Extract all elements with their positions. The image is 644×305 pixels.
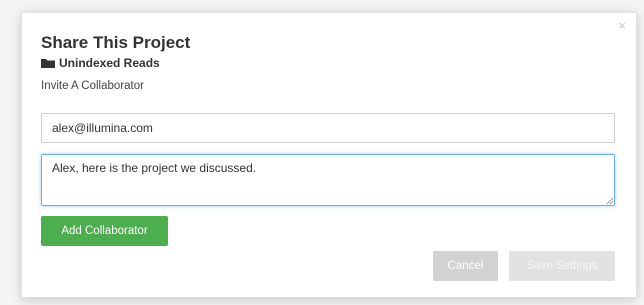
share-project-dialog: × Share This Project Unindexed Reads Inv… [21, 12, 637, 298]
invite-label: Invite A Collaborator [41, 80, 144, 92]
close-icon[interactable]: × [618, 19, 626, 32]
resize-grip-icon[interactable] [606, 197, 613, 204]
message-textarea[interactable]: Alex, here is the project we discussed. [41, 154, 615, 206]
save-settings-button[interactable]: Save Settings [509, 251, 615, 281]
project-name: Unindexed Reads [59, 56, 160, 70]
project-label: Unindexed Reads [41, 56, 160, 70]
folder-icon [41, 59, 55, 68]
add-collaborator-button[interactable]: Add Collaborator [41, 216, 168, 246]
email-field[interactable] [41, 113, 615, 143]
dialog-title: Share This Project [41, 33, 191, 52]
cancel-button[interactable]: Cancel [433, 251, 498, 281]
